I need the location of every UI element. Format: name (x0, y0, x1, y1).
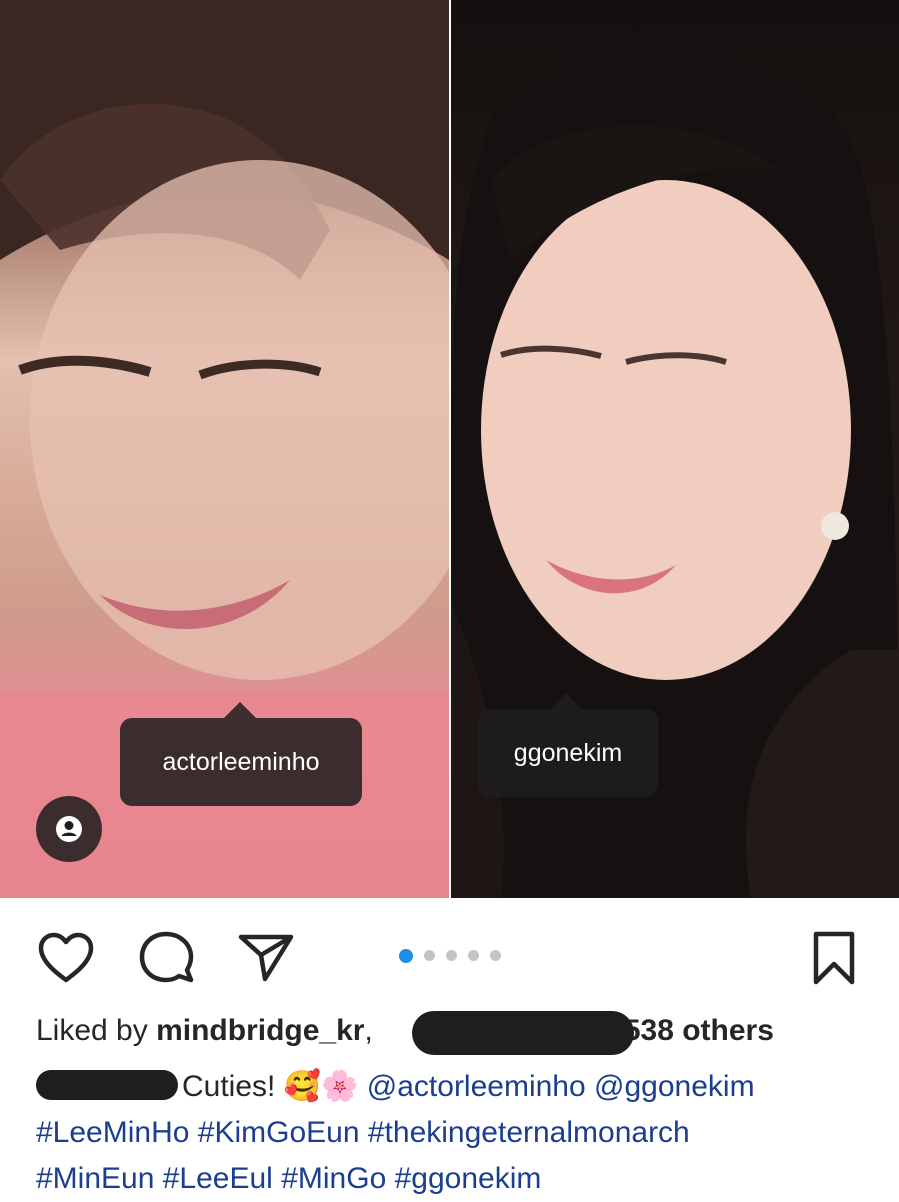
caption-line-3: #MinEun #LeeEul #MinGo #ggonekim (36, 1156, 876, 1202)
post-action-bar (0, 898, 899, 1008)
caption-emoji: 🥰🌸 (283, 1070, 359, 1103)
post-caption: Cuties! 🥰🌸 @actorleeminho @ggonekim #Lee… (36, 1064, 876, 1202)
likes-separator: , (364, 1014, 373, 1047)
carousel-dot (490, 950, 501, 961)
like-button[interactable] (36, 928, 96, 988)
paper-plane-icon (238, 934, 294, 982)
comment-button[interactable] (136, 928, 196, 988)
tagged-users-button[interactable] (36, 796, 102, 862)
caption-text: Cuties! (182, 1070, 284, 1103)
likes-summary[interactable]: Liked by mindbridge_kr,d 538 others (36, 1014, 774, 1048)
user-tag-ggonekim[interactable]: ggonekim (478, 693, 658, 797)
heart-outline-icon (38, 932, 94, 983)
hashtag-link[interactable]: #MinGo (281, 1162, 386, 1195)
redacted-username (36, 1070, 178, 1100)
person-circle-icon (56, 816, 82, 842)
carousel-dot (424, 950, 435, 961)
hashtag-link[interactable]: #MinEun (36, 1162, 154, 1195)
hashtag-link[interactable]: #KimGoEun (198, 1116, 360, 1149)
caption-line-2: #LeeMinHo #KimGoEun #thekingeternalmonar… (36, 1110, 876, 1156)
redaction-bar (412, 1011, 634, 1055)
mention-link[interactable]: @ggonekim (594, 1070, 755, 1103)
likes-prefix: Liked by (36, 1014, 157, 1047)
likes-others-count[interactable]: 538 others (624, 1014, 774, 1047)
share-button[interactable] (236, 928, 296, 988)
carousel-dot (468, 950, 479, 961)
liker-username[interactable]: mindbridge_kr (156, 1014, 364, 1047)
comment-bubble-icon (139, 931, 194, 983)
carousel-dot (446, 950, 457, 961)
user-tag-actorleeminho[interactable]: actorleeminho (120, 702, 362, 806)
mention-link[interactable]: @actorleeminho (367, 1070, 586, 1103)
hashtag-link[interactable]: #LeeEul (163, 1162, 273, 1195)
user-tag-label: ggonekim (513, 738, 623, 767)
hashtag-link[interactable]: #LeeMinHo (36, 1116, 189, 1149)
carousel-indicator (399, 948, 501, 963)
hashtag-link[interactable]: #thekingeternalmonarch (368, 1116, 690, 1149)
bookmark-icon (813, 931, 855, 985)
user-tag-label: actorleeminho (162, 747, 320, 776)
hashtag-link[interactable]: #ggonekim (395, 1162, 542, 1195)
caption-line-1: Cuties! 🥰🌸 @actorleeminho @ggonekim (36, 1064, 876, 1110)
carousel-dot-active (399, 948, 413, 963)
save-button[interactable] (804, 928, 864, 988)
